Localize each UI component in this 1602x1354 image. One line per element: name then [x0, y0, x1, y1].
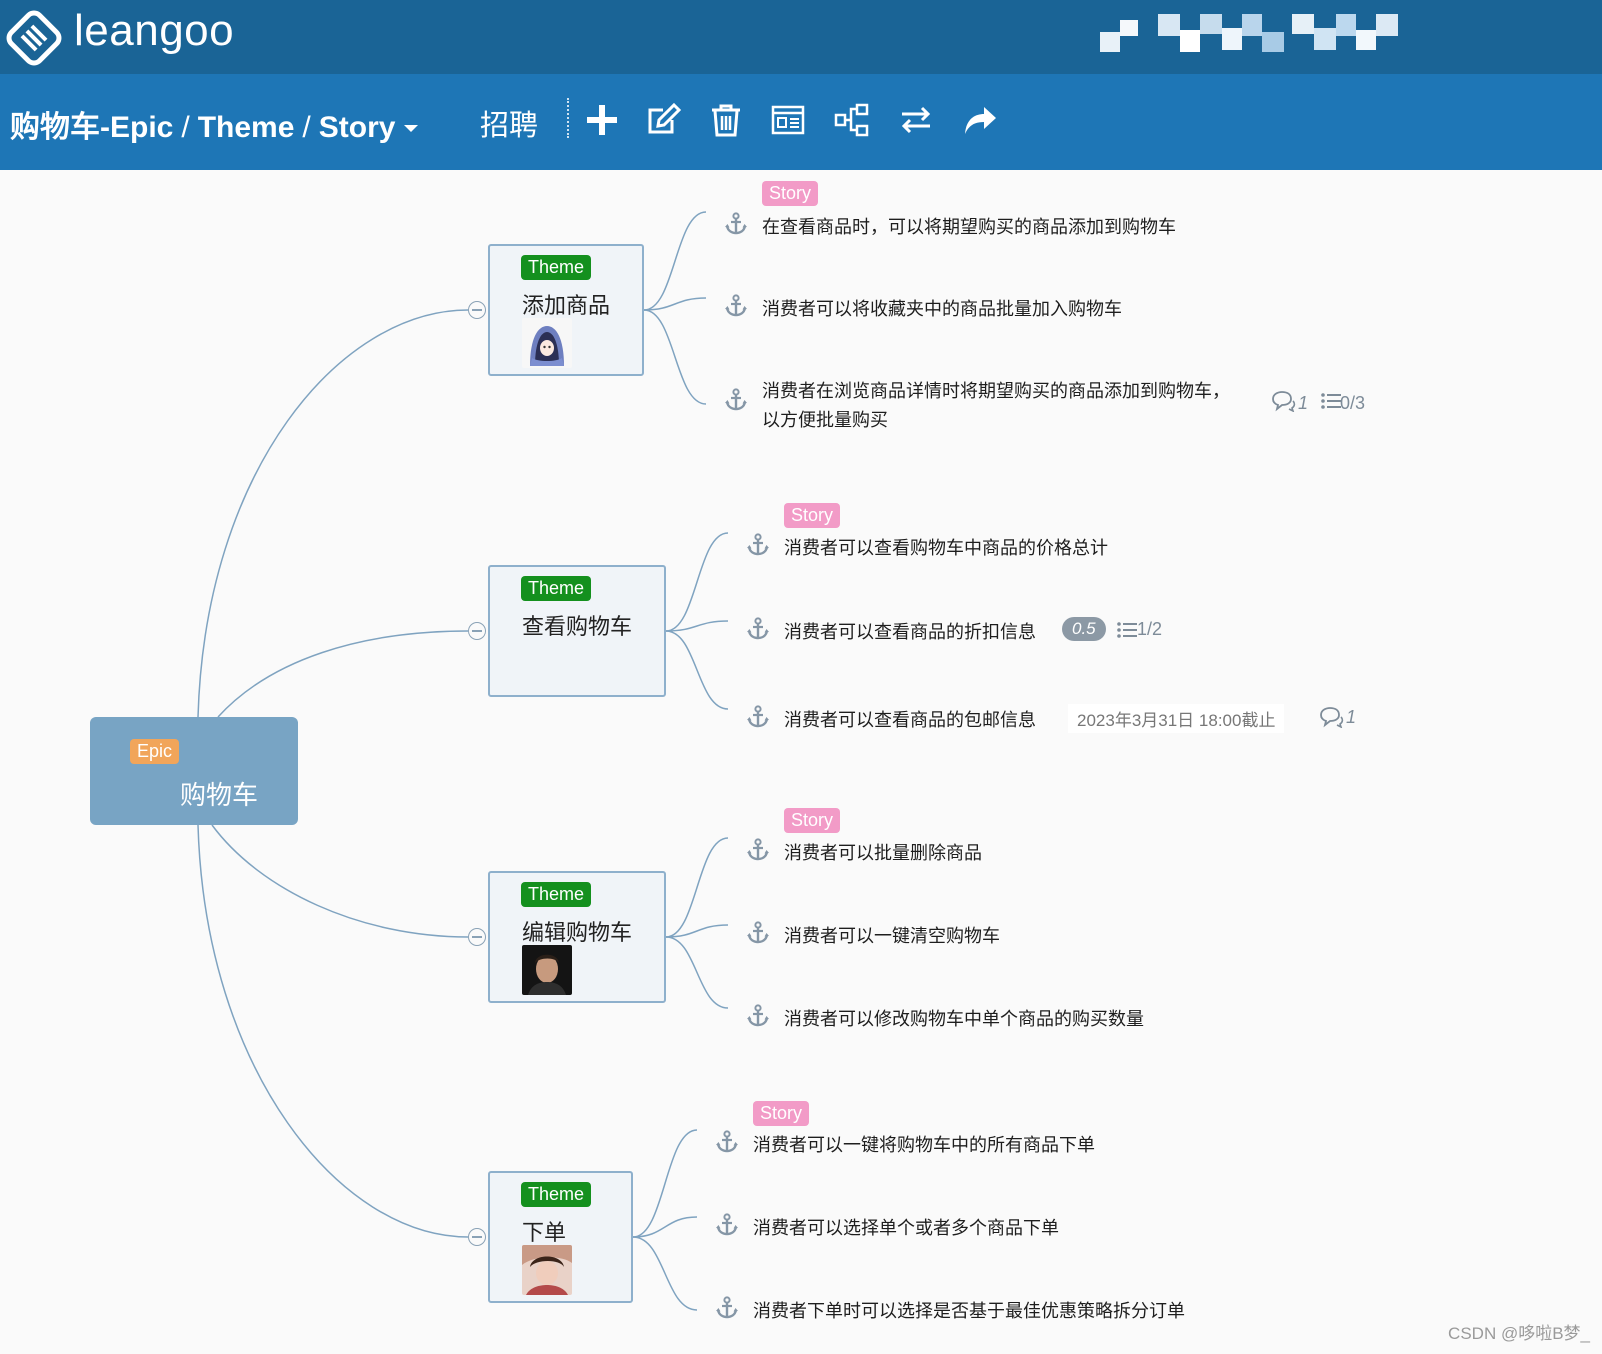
collapse-toggle-icon[interactable]	[468, 622, 486, 640]
connector-line	[643, 297, 707, 311]
story-title: 消费者可以批量删除商品	[784, 843, 982, 864]
story-title: 消费者下单时可以选择是否基于最佳优惠策略拆分订单	[753, 1301, 1185, 1322]
story-badge: Story	[784, 503, 841, 528]
story-title: 消费者可以一键清空购物车	[784, 926, 1000, 947]
anchor-icon	[746, 533, 770, 557]
comment-icon[interactable]	[1270, 390, 1296, 412]
anchor-icon	[746, 838, 770, 862]
blurred-user-info	[1100, 14, 1398, 52]
connector-line	[197, 309, 469, 718]
deadline-label: 2023年3月31日 18:00截止	[1068, 704, 1285, 733]
connector-line	[665, 837, 729, 938]
comment-count: 1	[1346, 707, 1357, 727]
anchor-icon	[715, 1296, 739, 1320]
story-title: 消费者可以将收藏夹中的商品批量加入购物车	[762, 299, 1122, 320]
comment-count: 1	[1298, 393, 1309, 413]
story-title: 消费者可以一键将购物车中的所有商品下单	[753, 1135, 1095, 1156]
share-icon[interactable]	[962, 102, 998, 138]
collapse-toggle-icon[interactable]	[468, 928, 486, 946]
anchor-icon	[746, 921, 770, 945]
theme-title: 编辑购物车	[522, 921, 633, 946]
board-toolbar: 购物车-Epic / Theme / Story 招聘	[0, 74, 1602, 170]
connector-line	[665, 924, 729, 938]
theme-title: 下单	[522, 1221, 567, 1246]
theme-node[interactable]: Theme 查看购物车	[488, 565, 666, 697]
card-view-icon[interactable]	[770, 102, 806, 138]
mindmap-canvas: Epic 购物车 Theme 添加商品 Theme 查看购物车 Theme 编辑…	[0, 170, 1602, 1354]
woman-portrait-avatar	[522, 1245, 572, 1295]
anchor-icon	[715, 1130, 739, 1154]
anchor-icon	[724, 294, 748, 318]
theme-badge: Theme	[521, 576, 592, 601]
theme-node[interactable]: Theme 添加商品	[488, 244, 644, 376]
anchor-icon	[715, 1213, 739, 1237]
story-title-continued: 以方便批量购买	[762, 410, 888, 431]
man-portrait-avatar	[522, 945, 572, 995]
checklist-icon[interactable]	[1116, 620, 1138, 640]
connector-line	[217, 630, 469, 718]
estimate-badge: 0.5	[1062, 617, 1106, 641]
breadcrumb-separator: /	[302, 111, 311, 144]
recruit-link[interactable]: 招聘	[480, 102, 538, 144]
story-title: 消费者可以查看购物车中商品的价格总计	[784, 538, 1108, 559]
edit-icon[interactable]	[646, 102, 682, 138]
story-title: 消费者可以选择单个或者多个商品下单	[753, 1218, 1059, 1239]
story-badge: Story	[753, 1101, 810, 1126]
breadcrumb-separator: /	[181, 111, 190, 144]
collapse-toggle-icon[interactable]	[468, 1228, 486, 1246]
add-icon[interactable]	[584, 102, 620, 138]
trash-icon[interactable]	[708, 102, 744, 138]
epic-badge: Epic	[130, 739, 180, 764]
connector-line	[643, 309, 707, 405]
story-badge: Story	[784, 808, 841, 833]
theme-title: 添加商品	[522, 294, 611, 319]
story-title: 消费者在浏览商品详情时将期望购买的商品添加到购物车，	[762, 381, 1230, 402]
collapse-toggle-icon[interactable]	[468, 301, 486, 319]
theme-badge: Theme	[521, 255, 592, 280]
brand-name[interactable]: leangoo	[74, 6, 234, 56]
story-badge: Story	[762, 181, 819, 206]
theme-node[interactable]: Theme 编辑购物车	[488, 871, 666, 1003]
story-title: 消费者可以查看商品的包邮信息	[784, 710, 1036, 731]
connector-line	[665, 630, 729, 710]
checklist-progress: 1/2	[1137, 619, 1163, 639]
checklist-progress: 0/3	[1340, 393, 1366, 413]
connector-line	[632, 1236, 698, 1311]
tree-structure-icon[interactable]	[834, 102, 870, 138]
connector-line	[643, 211, 707, 311]
breadcrumb[interactable]: 购物车-Epic / Theme / Story	[10, 102, 419, 146]
toolbar-divider	[567, 98, 569, 138]
breadcrumb-theme[interactable]: Theme	[198, 111, 295, 144]
connector-line	[632, 1129, 698, 1238]
story-title: 消费者可以查看商品的折扣信息	[784, 622, 1036, 643]
connector-line	[665, 532, 729, 632]
connector-line	[197, 824, 469, 1238]
anchor-icon	[746, 705, 770, 729]
theme-title: 查看购物车	[522, 615, 633, 640]
epic-node[interactable]: Epic 购物车	[90, 717, 298, 825]
anchor-icon	[724, 212, 748, 236]
theme-badge: Theme	[521, 882, 592, 907]
breadcrumb-epic[interactable]: 购物车-Epic	[10, 111, 173, 144]
story-title: 在查看商品时，可以将期望购买的商品添加到购物车	[762, 217, 1176, 238]
leangoo-logo-icon[interactable]	[6, 10, 62, 66]
connector-line	[665, 936, 729, 1009]
anchor-icon	[724, 388, 748, 412]
chevron-down-icon[interactable]	[403, 124, 419, 134]
checklist-icon[interactable]	[1320, 391, 1342, 411]
theme-badge: Theme	[521, 1182, 592, 1207]
top-header: leangoo	[0, 0, 1602, 74]
theme-node[interactable]: Theme 下单	[488, 1171, 633, 1303]
connector-line	[665, 620, 729, 632]
watermark: CSDN @哆啦B梦_	[1448, 1324, 1590, 1343]
connector-line	[211, 824, 469, 938]
cartoon-girl-avatar	[522, 318, 572, 368]
epic-title: 购物车	[180, 781, 259, 811]
anchor-icon	[746, 1004, 770, 1028]
anchor-icon	[746, 617, 770, 641]
breadcrumb-story[interactable]: Story	[319, 111, 396, 144]
comment-icon[interactable]	[1318, 706, 1344, 728]
story-title: 消费者可以修改购物车中单个商品的购买数量	[784, 1009, 1144, 1030]
swap-icon[interactable]	[898, 102, 934, 138]
